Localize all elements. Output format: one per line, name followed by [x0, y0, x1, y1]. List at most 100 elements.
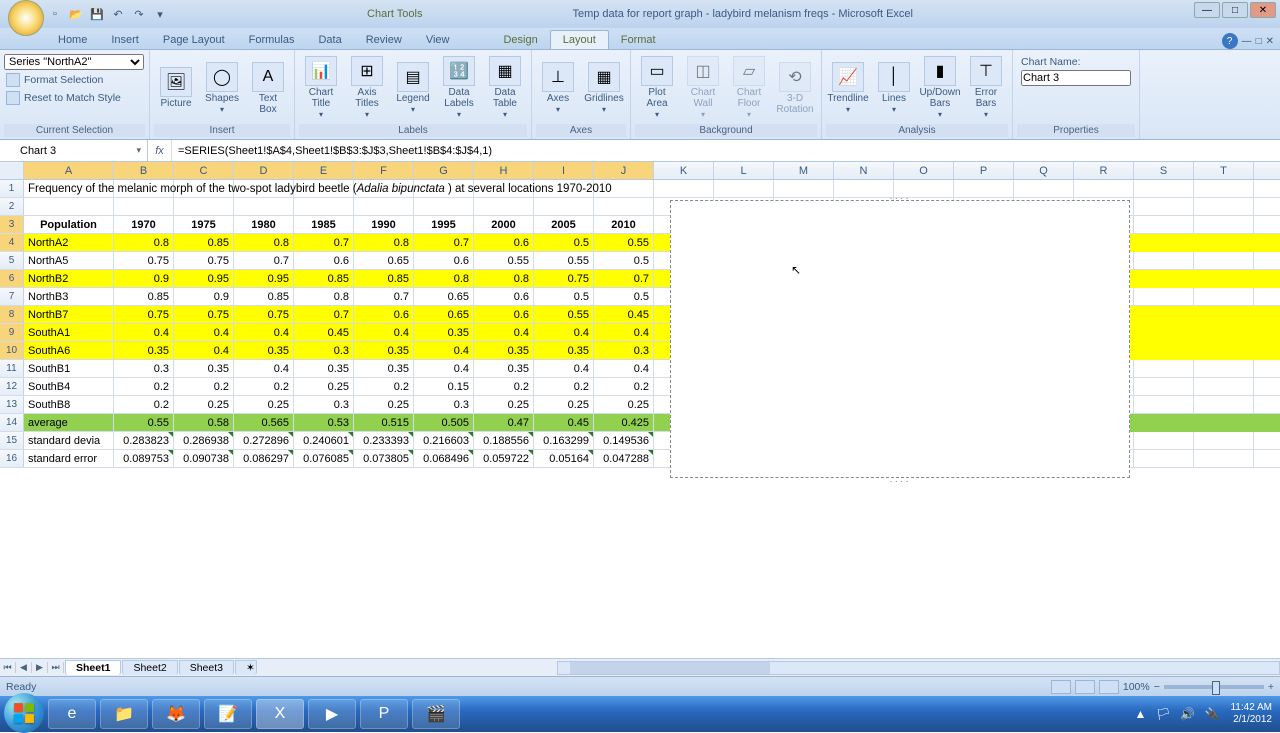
cell[interactable]: average [24, 414, 114, 431]
picture-button[interactable]: 🖼Picture [154, 65, 198, 111]
row-header[interactable]: 6 [0, 270, 24, 287]
cell[interactable]: 0.4 [594, 324, 654, 341]
system-tray[interactable]: ▲ 🏳 🔊 🔌 11:42 AM2/1/2012 [1134, 702, 1276, 726]
cell[interactable]: 0.4 [414, 342, 474, 359]
sheet-tab[interactable]: Sheet1 [65, 660, 121, 675]
cell[interactable]: 0.4 [174, 342, 234, 359]
tab-page-layout[interactable]: Page Layout [151, 31, 237, 49]
cell[interactable]: 0.9 [174, 288, 234, 305]
cell[interactable]: 1985 [294, 216, 354, 233]
office-button[interactable] [8, 0, 44, 36]
cell[interactable]: 0.5 [534, 288, 594, 305]
row-header[interactable]: 11 [0, 360, 24, 377]
cell[interactable]: 0.6 [354, 306, 414, 323]
fx-button[interactable]: fx [148, 140, 172, 161]
cell[interactable]: NorthA2 [24, 234, 114, 251]
updown-bars-button[interactable]: ▮Up/Down Bars [918, 54, 962, 122]
row-header[interactable]: 10 [0, 342, 24, 359]
cell[interactable]: 0.25 [234, 396, 294, 413]
zoom-slider[interactable] [1164, 685, 1264, 689]
row-header[interactable]: 7 [0, 288, 24, 305]
zoom-in-button[interactable]: + [1268, 681, 1274, 693]
tab-formulas[interactable]: Formulas [237, 31, 307, 49]
row-header[interactable]: 2 [0, 198, 24, 215]
cell[interactable]: 0.35 [474, 360, 534, 377]
cell[interactable]: 0.6 [474, 306, 534, 323]
col-header[interactable]: P [954, 162, 1014, 179]
tab-design[interactable]: Design [491, 31, 549, 49]
cell[interactable]: 0.7 [294, 306, 354, 323]
cell[interactable]: 0.25 [474, 396, 534, 413]
tab-layout[interactable]: Layout [550, 30, 609, 49]
cell[interactable]: 0.53 [294, 414, 354, 431]
zoom-out-button[interactable]: − [1154, 681, 1160, 693]
horizontal-scrollbar[interactable] [557, 661, 1280, 675]
chart-wall-button[interactable]: ◫Chart Wall [681, 54, 725, 122]
text-box-button[interactable]: AText Box [246, 60, 290, 117]
cell[interactable]: 0.5 [594, 252, 654, 269]
cell[interactable]: 0.35 [474, 342, 534, 359]
cell[interactable]: 0.75 [114, 306, 174, 323]
cell[interactable]: NorthB3 [24, 288, 114, 305]
cell[interactable]: 0.505 [414, 414, 474, 431]
cell[interactable]: 0.25 [354, 396, 414, 413]
cell[interactable]: 0.7 [294, 234, 354, 251]
data-table-button[interactable]: ▦Data Table [483, 54, 527, 122]
axis-titles-button[interactable]: ⊞Axis Titles [345, 54, 389, 122]
row-header[interactable]: 3 [0, 216, 24, 233]
chart-element-selector[interactable]: Series "NorthA2" [4, 54, 144, 70]
cell[interactable]: 0.35 [414, 324, 474, 341]
help-icon[interactable]: ? [1222, 33, 1238, 49]
cell[interactable]: 0.4 [114, 324, 174, 341]
col-header[interactable]: F [354, 162, 414, 179]
cell[interactable]: 0.3 [294, 342, 354, 359]
cell[interactable]: 0.7 [414, 234, 474, 251]
cell[interactable]: 0.5 [594, 288, 654, 305]
cell[interactable]: 0.25 [174, 396, 234, 413]
cell[interactable]: 2005 [534, 216, 594, 233]
3d-rotation-button[interactable]: ⟲3-D Rotation [773, 60, 817, 117]
cell[interactable]: 0.25 [534, 396, 594, 413]
cell[interactable]: 0.565 [234, 414, 294, 431]
row-header[interactable]: 16 [0, 450, 24, 467]
cell[interactable]: 0.6 [414, 252, 474, 269]
cell[interactable]: SouthB4 [24, 378, 114, 395]
row-header[interactable]: 9 [0, 324, 24, 341]
cell[interactable]: NorthA5 [24, 252, 114, 269]
cell[interactable]: 0.65 [354, 252, 414, 269]
embedded-chart[interactable]: ↖ [670, 200, 1130, 478]
cell[interactable]: 0.163299 [534, 432, 594, 449]
cell[interactable]: 0.6 [474, 288, 534, 305]
start-button[interactable] [4, 693, 44, 733]
cell[interactable]: 0.4 [234, 360, 294, 377]
cell[interactable]: 0.4 [474, 324, 534, 341]
last-sheet-button[interactable]: ⏭ [48, 662, 64, 673]
cell[interactable]: 0.090738 [174, 450, 234, 467]
legend-button[interactable]: ▤Legend [391, 60, 435, 117]
cell[interactable]: 0.85 [114, 288, 174, 305]
cell[interactable]: 0.6 [294, 252, 354, 269]
row-header[interactable]: 8 [0, 306, 24, 323]
cell[interactable]: 0.55 [114, 414, 174, 431]
cell[interactable]: 0.15 [414, 378, 474, 395]
cell[interactable]: 0.8 [474, 270, 534, 287]
cell[interactable]: 0.45 [294, 324, 354, 341]
col-header[interactable]: T [1194, 162, 1254, 179]
tab-view[interactable]: View [414, 31, 462, 49]
col-header[interactable]: N [834, 162, 894, 179]
cell[interactable]: NorthB7 [24, 306, 114, 323]
taskbar-firefox[interactable]: 🦊 [152, 699, 200, 729]
cell[interactable]: 0.089753 [114, 450, 174, 467]
undo-icon[interactable]: ↶ [109, 5, 127, 23]
chart-plot-area[interactable] [681, 207, 991, 447]
cell[interactable]: 0.283823 [114, 432, 174, 449]
cell[interactable]: SouthA1 [24, 324, 114, 341]
cell[interactable]: 0.35 [354, 342, 414, 359]
page-break-view-button[interactable] [1099, 680, 1119, 694]
tab-format[interactable]: Format [609, 31, 668, 49]
cell[interactable]: 0.3 [414, 396, 474, 413]
open-icon[interactable]: 📂 [67, 5, 85, 23]
error-bars-button[interactable]: ⊤Error Bars [964, 54, 1008, 122]
name-box[interactable]: Chart 3 [0, 140, 148, 161]
page-layout-view-button[interactable] [1075, 680, 1095, 694]
